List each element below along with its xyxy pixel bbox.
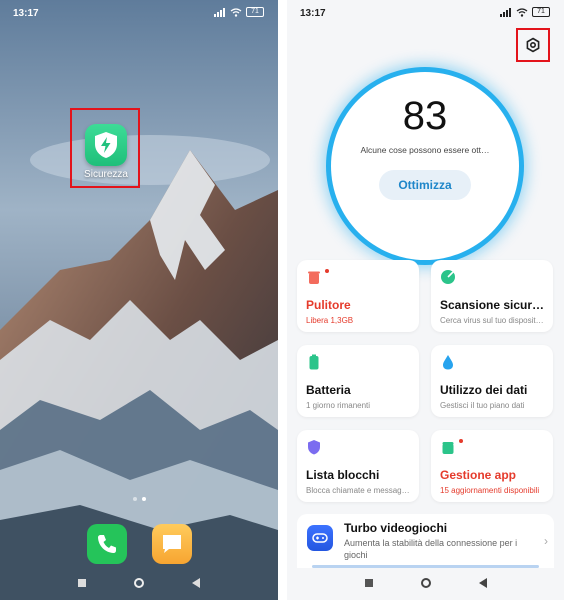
- android-icon: [442, 442, 454, 454]
- turbo-title: Turbo videogiochi: [344, 521, 448, 535]
- status-bar: 13:17 71: [287, 0, 564, 28]
- security-score: 83: [402, 94, 448, 138]
- status-bar: 13:17 71: [0, 0, 278, 28]
- card-subtitle: Blocca chiamate e messag…: [306, 486, 410, 495]
- message-icon: [163, 535, 181, 553]
- trash-icon: [308, 271, 320, 284]
- notification-dot: [325, 269, 329, 273]
- optimize-button[interactable]: Ottimizza: [379, 170, 471, 200]
- game-turbo-item[interactable]: Turbo videogiochi Aumenta la stabilità d…: [297, 514, 554, 568]
- blocklist-card[interactable]: Lista blocchi Blocca chiamate e messag…: [297, 430, 419, 502]
- home-button[interactable]: [420, 578, 431, 588]
- card-title: Gestione app: [440, 468, 517, 482]
- navigation-bar: [287, 572, 564, 594]
- signal-icon: [500, 7, 511, 17]
- phone-icon: [98, 535, 116, 553]
- page-indicator: [0, 497, 278, 501]
- chevron-right-icon: ›: [544, 534, 548, 548]
- status-icons: 71: [500, 7, 550, 17]
- card-subtitle: Gestisci il tuo piano dati: [440, 401, 525, 410]
- card-title: Utilizzo dei dati: [440, 383, 528, 397]
- home-screen: 13:17 71 Sicurezza: [0, 0, 278, 600]
- controller-glyph: [312, 533, 328, 543]
- battery-icon: 71: [246, 7, 264, 17]
- data-usage-card[interactable]: Utilizzo dei dati Gestisci il tuo piano …: [431, 345, 553, 417]
- water-drop-icon: [443, 355, 453, 370]
- card-subtitle: Cerca virus sul tuo disposit…: [440, 316, 544, 325]
- highlight-box: [70, 108, 140, 188]
- status-time: 13:17: [13, 8, 39, 19]
- card-title: Scansione sicurez…: [440, 298, 549, 312]
- score-description: Alcune cose possono essere ott…: [360, 145, 490, 155]
- back-button[interactable]: [192, 578, 200, 588]
- turbo-subtitle: Aumenta la stabilità della connessione p…: [344, 538, 518, 560]
- card-title: Lista blocchi: [306, 468, 380, 482]
- shield-icon: [308, 440, 320, 455]
- card-title: Batteria: [306, 383, 351, 397]
- notification-dot: [459, 439, 463, 443]
- recents-button[interactable]: [78, 579, 86, 587]
- card-title: Pulitore: [306, 298, 351, 312]
- turbo-accent-bar: [312, 565, 539, 568]
- home-button[interactable]: [134, 578, 144, 588]
- battery-icon: 71: [532, 7, 550, 17]
- battery-status-icon: [309, 354, 319, 370]
- wifi-icon: [516, 7, 528, 17]
- phone-app-icon[interactable]: [87, 524, 127, 564]
- messages-app-icon[interactable]: [152, 524, 192, 564]
- mountain-wallpaper: [0, 0, 278, 600]
- status-icons: 71: [214, 7, 264, 17]
- security-scan-card[interactable]: Scansione sicurez… Cerca virus sul tuo d…: [431, 260, 553, 332]
- card-subtitle: 15 aggiornamenti disponibili: [440, 486, 540, 495]
- recents-button[interactable]: [364, 579, 373, 587]
- security-score-ring: 83 Alcune cose possono essere ott… Ottim…: [331, 72, 519, 260]
- card-subtitle: Libera 1,3GB: [306, 316, 354, 325]
- battery-card[interactable]: Batteria 1 giorno rimanenti: [297, 345, 419, 417]
- back-button[interactable]: [478, 578, 487, 588]
- gear-icon: [526, 37, 540, 53]
- navigation-bar: [0, 572, 278, 594]
- gamepad-icon: [307, 525, 333, 551]
- page-dot-active: [141, 497, 146, 501]
- card-subtitle: 1 giorno rimanenti: [306, 401, 371, 410]
- page-dot: [132, 497, 137, 501]
- security-app-screen: 13:17 71 83 Alcune cose possono essere o…: [287, 0, 564, 600]
- wifi-icon: [230, 7, 242, 17]
- signal-icon: [214, 7, 225, 17]
- status-time: 13:17: [300, 8, 326, 19]
- app-manager-card[interactable]: Gestione app 15 aggiornamenti disponibil…: [431, 430, 553, 502]
- cleaner-card[interactable]: Pulitore Libera 1,3GB: [297, 260, 419, 332]
- settings-button[interactable]: [516, 28, 550, 62]
- scan-icon: [441, 270, 455, 284]
